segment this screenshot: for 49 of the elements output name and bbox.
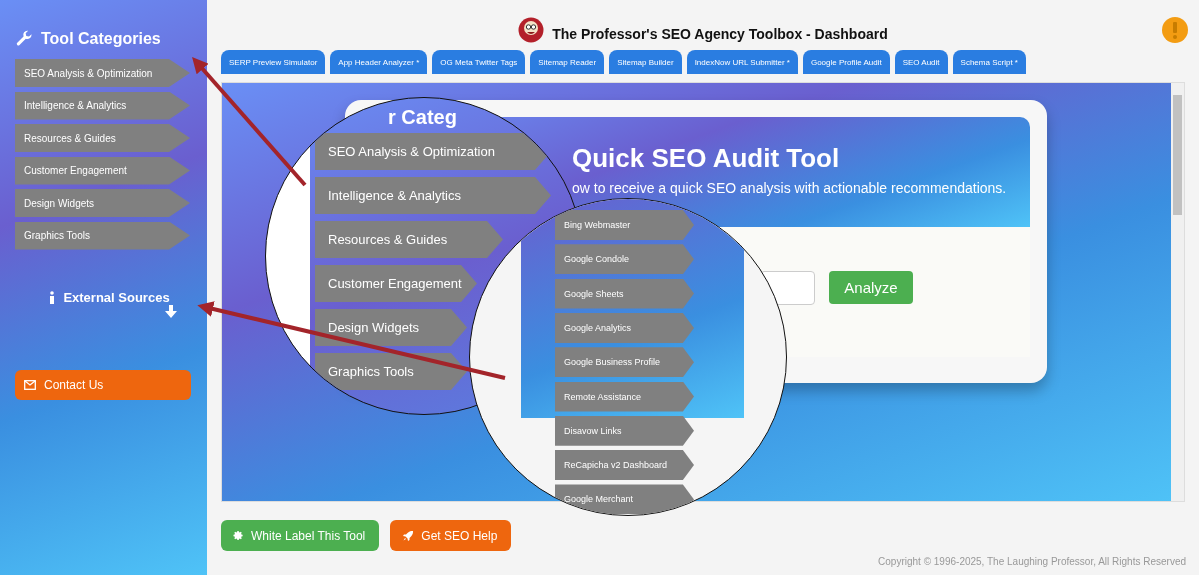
tab[interactable]: App Header Analyzer * <box>330 50 428 74</box>
category-item[interactable]: Resources & Guides <box>315 221 503 258</box>
warning-icon[interactable] <box>1161 16 1189 44</box>
source-item[interactable]: Bing Webmaster <box>555 210 694 240</box>
branding-button[interactable]: White Label This Tool <box>221 520 380 551</box>
tab[interactable]: SEO Audit <box>894 50 948 74</box>
source-item[interactable]: Google Condole <box>555 244 694 275</box>
source-item[interactable]: Google Business Profile <box>555 347 694 378</box>
envelope-icon <box>24 379 36 390</box>
category-item[interactable]: Customer Engagement <box>315 265 477 302</box>
source-item[interactable]: Google Sheets <box>555 278 694 309</box>
contact-button[interactable]: Contact Us <box>15 369 191 400</box>
gear-icon <box>233 530 244 541</box>
category-item[interactable]: Design Widgets <box>15 189 190 217</box>
rocket-icon <box>402 529 415 542</box>
tab[interactable]: Sitemap Builder <box>609 50 682 74</box>
category-item[interactable]: Resources & Guides <box>15 124 190 152</box>
sidebar-heading[interactable]: External Sources <box>63 289 170 305</box>
tab[interactable]: Schema Script * <box>952 50 1026 74</box>
category-item[interactable]: SEO Analysis & Optimization <box>15 59 190 87</box>
category-item[interactable]: Customer Engagement <box>15 156 190 185</box>
category-item[interactable]: Intelligence & Analytics <box>15 91 190 120</box>
category-item[interactable]: Design Widgets <box>315 309 467 346</box>
category-item[interactable]: Graphics Tools <box>15 221 190 250</box>
category-item[interactable]: Graphics Tools <box>315 353 467 390</box>
seo-help-button[interactable]: Get SEO Help <box>390 520 512 551</box>
mascot-icon <box>518 17 545 43</box>
source-item[interactable]: Disavow Links <box>555 415 694 446</box>
page-title: The Professor's SEO Agency Toolbox - Dashboard <box>552 26 888 42</box>
source-item[interactable]: Google Analytics <box>555 312 694 343</box>
analyze-button[interactable]: Analyze <box>829 271 913 304</box>
scrollbar[interactable] <box>1171 83 1184 501</box>
tab[interactable]: SERP Preview Simulator <box>221 50 326 74</box>
down-arrow-icon <box>165 304 177 318</box>
copyright-text: Copyright © 1996-2025, The Laughing Professor, All Rights Reserved <box>878 556 1186 567</box>
info-icon <box>49 290 56 304</box>
tool-subtitle: ow to receive a quick SEO analysis with actionable recommendations. <box>572 180 1008 196</box>
tab[interactable]: OG Meta Twitter Tags <box>432 50 526 74</box>
source-item[interactable]: ReCapicha v2 Dashboard <box>555 450 694 481</box>
category-item[interactable]: Intelligence & Analytics <box>315 177 551 214</box>
heading-fragment: r Categ <box>388 106 457 129</box>
source-item[interactable]: Remote Assistance <box>555 381 694 412</box>
sidebar-heading: Tool Categories <box>41 30 161 48</box>
tab[interactable]: IndexNow URL Submitter * <box>686 50 798 74</box>
tab[interactable]: Sitemap Reader <box>530 50 605 74</box>
tab[interactable]: Google Profile Audit <box>802 50 890 74</box>
wrench-icon <box>15 30 33 48</box>
source-item[interactable]: Google Merchant <box>555 484 694 515</box>
tool-title: Quick SEO Audit Tool <box>572 143 841 174</box>
